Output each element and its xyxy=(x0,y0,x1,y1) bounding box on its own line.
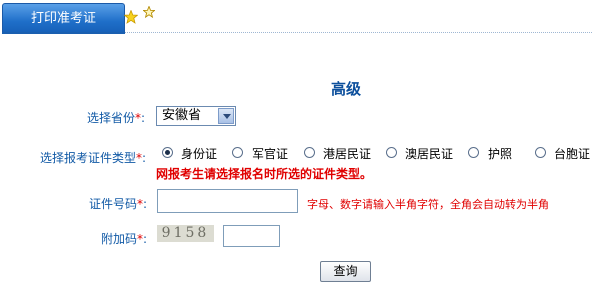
captcha-image: 9158 xyxy=(157,225,214,242)
radio-label-id-card[interactable]: 身份证 xyxy=(181,145,217,162)
page-title: 高级 xyxy=(331,80,362,98)
captcha-label-text: 附加码 xyxy=(101,232,138,246)
chevron-down-icon[interactable] xyxy=(218,108,234,124)
radio-taiwan-compatriot-card[interactable] xyxy=(535,147,546,158)
radio-passport[interactable] xyxy=(468,147,479,158)
radio-label-taiwan-compatriot-card[interactable]: 台胞证 xyxy=(554,145,590,162)
id-number-label: 证件号码*: xyxy=(89,195,147,212)
id-type-label: 选择报考证件类型*: xyxy=(40,149,146,166)
colon: : xyxy=(142,151,147,165)
tab-underline xyxy=(2,32,125,34)
query-button[interactable]: 查询 xyxy=(320,261,371,282)
top-tab-bar: 打印准考证 xyxy=(0,0,592,36)
star-outline-icon xyxy=(143,6,155,18)
province-label: 选择省份*: xyxy=(87,109,145,126)
captcha-label: 附加码*: xyxy=(101,230,147,247)
id-number-hint: 字母、数字请输入半角字符，全角会自动转为半角 xyxy=(307,198,549,211)
radio-id-card[interactable] xyxy=(162,147,173,158)
radio-label-passport[interactable]: 护照 xyxy=(488,145,512,162)
radio-label-macau-resident-card[interactable]: 澳居民证 xyxy=(405,145,453,162)
radio-macau-resident-card[interactable] xyxy=(386,147,397,158)
radio-hk-resident-card[interactable] xyxy=(304,147,315,158)
colon: : xyxy=(143,232,148,246)
tab-print-admission-ticket[interactable]: 打印准考证 xyxy=(2,3,125,33)
colon: : xyxy=(143,197,148,211)
id-number-label-text: 证件号码 xyxy=(89,197,138,211)
divider xyxy=(125,32,592,33)
radio-officer-card[interactable] xyxy=(232,147,243,158)
colon: : xyxy=(141,111,146,125)
province-select-value: 安徽省 xyxy=(162,108,202,123)
radio-label-officer-card[interactable]: 军官证 xyxy=(252,145,288,162)
radio-label-hk-resident-card[interactable]: 港居民证 xyxy=(323,145,371,162)
province-select[interactable]: 安徽省 xyxy=(156,106,236,126)
id-type-label-text: 选择报考证件类型 xyxy=(40,151,137,165)
captcha-input[interactable] xyxy=(223,225,280,247)
province-label-text: 选择省份 xyxy=(87,111,136,125)
star-icon xyxy=(124,10,138,24)
id-type-warning: 网报考生请选择报名时所选的证件类型。 xyxy=(156,167,373,181)
id-number-input[interactable] xyxy=(157,189,298,213)
